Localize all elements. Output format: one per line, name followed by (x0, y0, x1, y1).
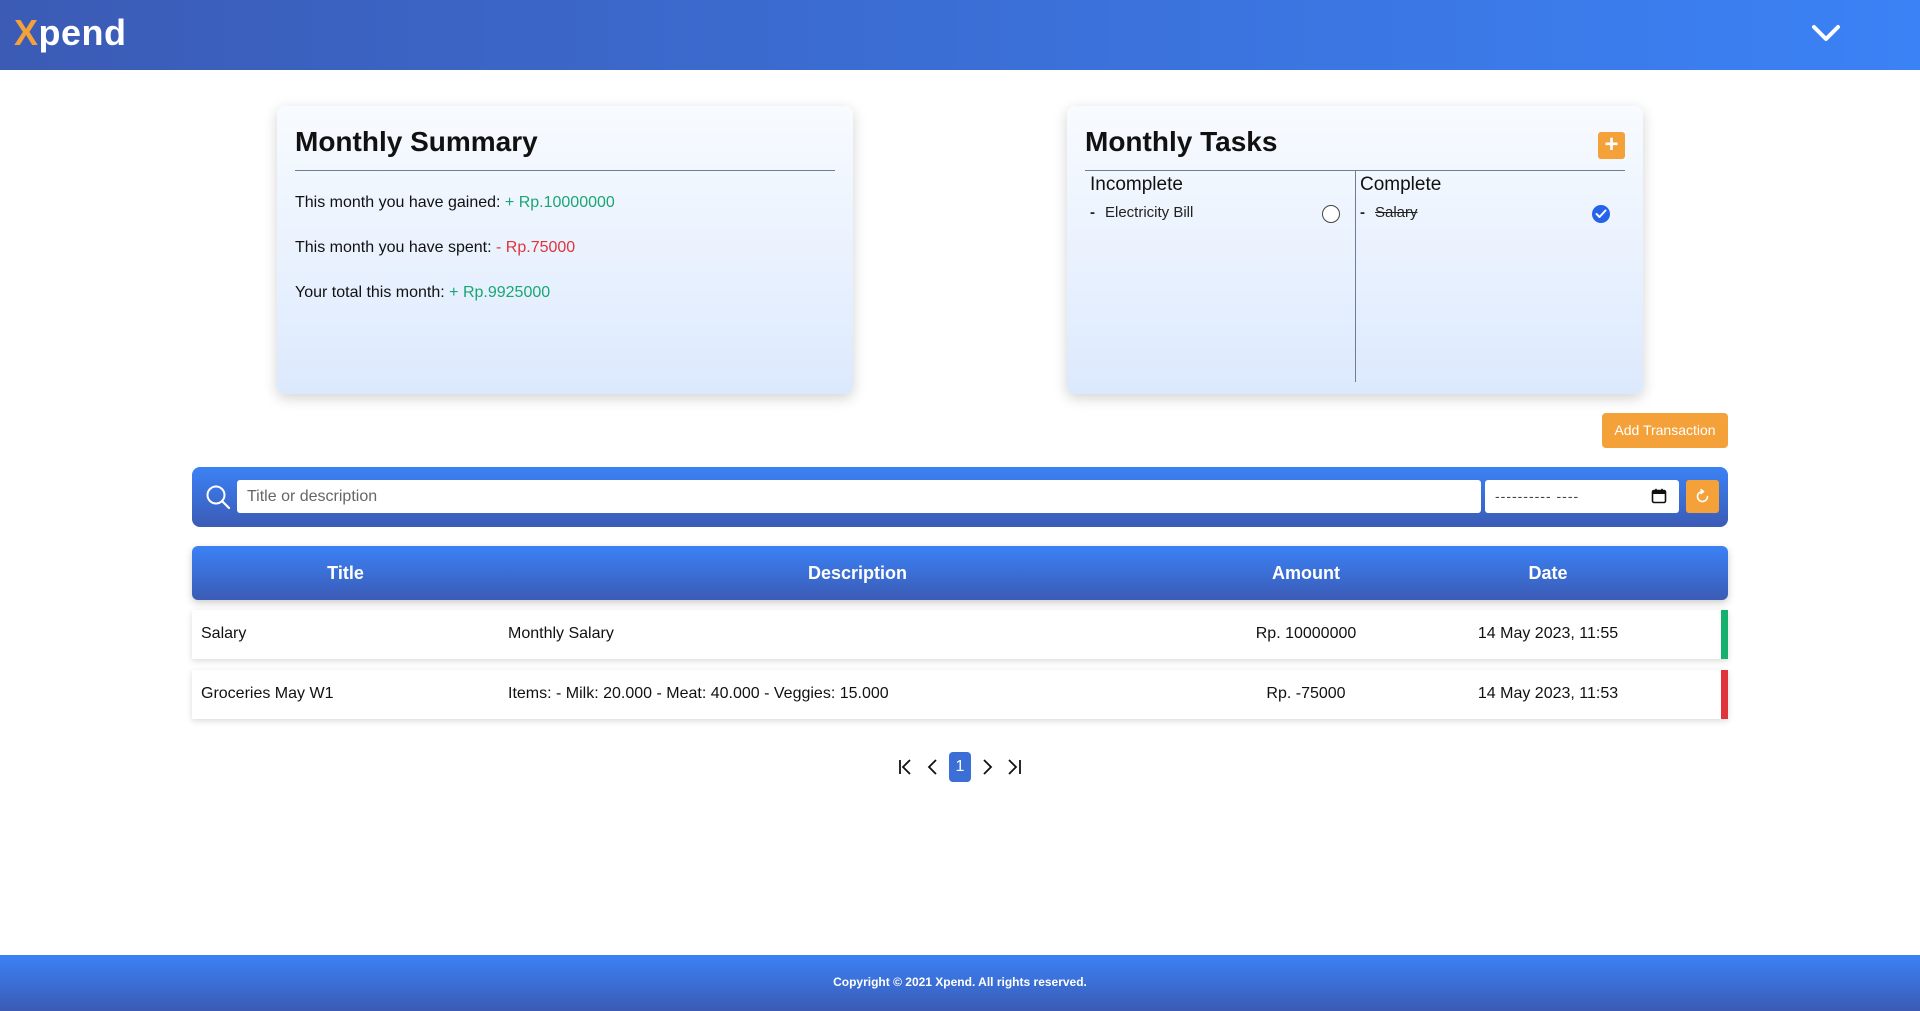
status-indicator (1721, 670, 1728, 719)
complete-heading: Complete (1360, 174, 1442, 195)
cell-description: Monthly Salary (508, 625, 614, 642)
tasks-title: Monthly Tasks (1085, 126, 1278, 157)
cell-title: Salary (201, 625, 247, 642)
first-page-icon[interactable] (895, 752, 917, 782)
total-line: Your total this month: + Rp.9925000 (295, 284, 550, 302)
spent-line: This month you have spent: - Rp.75000 (295, 239, 575, 257)
divider (295, 170, 835, 171)
bullet: - (1090, 204, 1095, 221)
footer: Copyright © 2021 Xpend. All rights reser… (0, 955, 1920, 1011)
task-item-incomplete: - Electricity Bill (1090, 204, 1193, 221)
chevron-right-icon[interactable] (976, 752, 998, 782)
cell-title: Groceries May W1 (201, 685, 334, 702)
last-page-icon[interactable] (1003, 752, 1025, 782)
add-task-button[interactable]: + (1598, 132, 1625, 159)
bullet: - (1360, 204, 1365, 221)
date-placeholder: ---------- ---- (1495, 488, 1580, 504)
task-label: Salary (1375, 204, 1418, 221)
total-value: + Rp.9925000 (449, 284, 551, 301)
spent-value: - Rp.75000 (496, 239, 576, 256)
table-row[interactable]: Salary Monthly Salary Rp. 10000000 14 Ma… (192, 610, 1728, 659)
top-navbar: Xpend (0, 0, 1920, 70)
column-header-title[interactable]: Title (192, 563, 499, 584)
spent-label: This month you have spent: (295, 239, 492, 256)
chevron-down-icon[interactable] (1808, 18, 1844, 48)
cell-date: 14 May 2023, 11:53 (1477, 685, 1619, 702)
summary-title: Monthly Summary (295, 126, 538, 157)
monthly-tasks-card: Monthly Tasks + Incomplete Complete - Ele… (1067, 106, 1643, 394)
column-header-date[interactable]: Date (1396, 563, 1700, 584)
transactions-table-header: Title Description Amount Date (192, 546, 1728, 600)
column-header-amount[interactable]: Amount (1216, 563, 1396, 584)
gained-label: This month you have gained: (295, 194, 501, 211)
cell-amount: Rp. 10000000 (1255, 625, 1357, 642)
incomplete-heading: Incomplete (1090, 174, 1183, 195)
calendar-icon[interactable] (1651, 488, 1667, 504)
page-button-current[interactable]: 1 (949, 752, 971, 782)
cell-description: Items: - Milk: 20.000 - Meat: 40.000 - V… (508, 685, 889, 702)
column-divider (1355, 170, 1356, 382)
search-icon[interactable] (205, 484, 231, 510)
total-label: Your total this month: (295, 284, 445, 301)
add-transaction-button[interactable]: Add Transaction (1602, 413, 1728, 448)
empty-circle-icon[interactable] (1322, 205, 1340, 223)
copyright-text: Copyright © 2021 Xpend. All rights reser… (833, 975, 1087, 989)
date-filter-input[interactable]: ---------- ---- (1485, 480, 1679, 513)
search-bar: ---------- ---- (192, 467, 1728, 527)
monthly-summary-card: Monthly Summary This month you have gain… (277, 106, 853, 394)
cell-amount: Rp. -75000 (1266, 685, 1346, 702)
column-header-description[interactable]: Description (499, 563, 1216, 584)
gained-value: + Rp.10000000 (504, 194, 615, 211)
task-label: Electricity Bill (1105, 204, 1194, 221)
chevron-left-icon[interactable] (922, 752, 944, 782)
task-item-complete: - Salary (1360, 204, 1418, 221)
check-circle-icon[interactable] (1592, 205, 1610, 223)
table-row[interactable]: Groceries May W1 Items: - Milk: 20.000 -… (192, 670, 1728, 719)
refresh-icon (1696, 489, 1709, 503)
cell-date: 14 May 2023, 11:55 (1477, 625, 1619, 642)
gained-line: This month you have gained: + Rp.1000000… (295, 194, 615, 212)
status-indicator (1721, 610, 1728, 659)
refresh-button[interactable] (1686, 480, 1719, 513)
app-logo[interactable]: Xpend (14, 12, 127, 54)
search-input[interactable] (237, 480, 1481, 513)
